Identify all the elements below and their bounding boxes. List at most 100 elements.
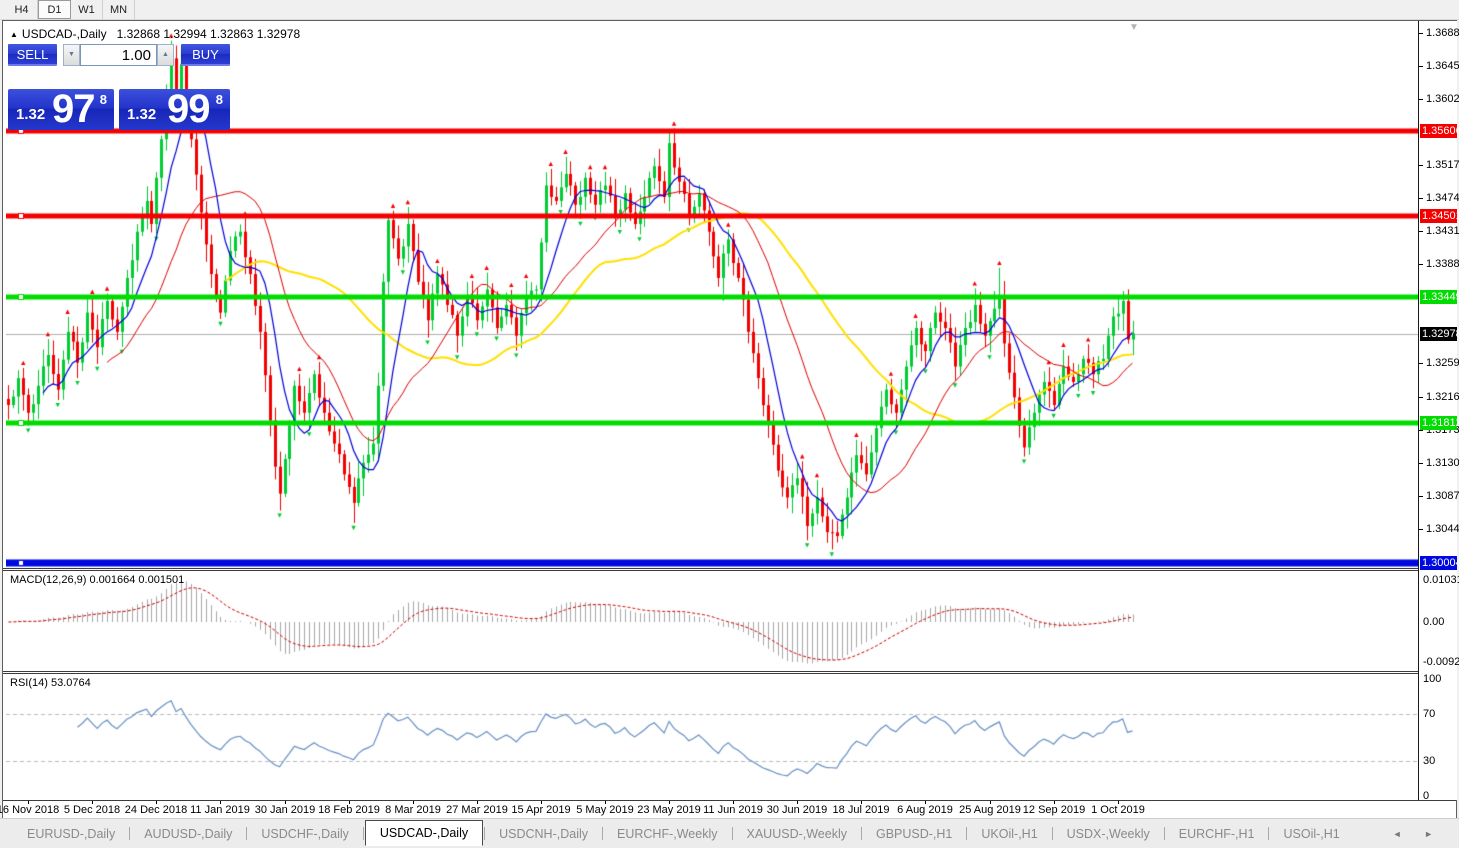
chart-tab-usdx-weekly[interactable]: USDX-,Weekly [1054,822,1163,846]
price-axis-tick: 1.36880 [1419,26,1459,40]
tab-separator [246,827,247,840]
price-axis-tick: 1.31300 [1419,456,1459,470]
buy-price-button[interactable]: 1.32 99 8 [119,89,230,130]
sell-price-main: 97 [52,87,95,132]
indicator-scale-label: -0.00920 [1423,655,1459,669]
indicator-scale-label: 100 [1423,672,1441,686]
chart-tab-audusd-daily[interactable]: AUDUSD-,Daily [131,822,245,846]
time-axis-label: 18 Jul 2019 [833,804,890,816]
chart-tab-usdcnh-daily[interactable]: USDCNH-,Daily [486,822,601,846]
collapse-icon[interactable]: ▲ [10,30,18,39]
sell-price-button[interactable]: 1.32 97 8 [8,89,114,130]
tab-separator [861,827,862,840]
sell-price-pip: 8 [100,92,107,107]
timeframe-button-h4[interactable]: H4 [6,0,38,19]
tab-separator [484,827,485,840]
time-axis-label: 18 Feb 2019 [318,804,380,816]
volume-input[interactable] [80,44,157,66]
tab-separator [1052,827,1053,840]
level-price-label: 1.30004 [1420,556,1457,570]
macd-chart-canvas[interactable] [6,571,1418,671]
time-axis-label: 24 Dec 2018 [125,804,187,816]
time-axis-label: 12 Sep 2019 [1023,804,1085,816]
rsi-indicator-label: RSI(14) 53.0764 [10,677,91,689]
indicator-scale-label: 0.00 [1423,615,1444,629]
time-axis-label: 27 Mar 2019 [446,804,508,816]
time-axis-label: 8 Mar 2019 [385,804,441,816]
price-axis-tick: 1.34740 [1419,191,1459,205]
level-price-label: 1.34501 [1420,209,1457,223]
chart-tab-eurchf-weekly[interactable]: EURCHF-,Weekly [604,822,730,846]
tab-separator [1268,827,1269,840]
volume-decrease-button[interactable]: ▼ [63,44,80,66]
tab-separator [732,827,733,840]
time-axis-label: 30 Jun 2019 [767,804,828,816]
rsi-chart-canvas[interactable] [6,674,1418,800]
tab-separator [1164,827,1165,840]
trading-platform: H4D1W1MN 1.368801.364501.360201.351701.3… [0,0,1459,848]
price-axis-tick: 1.33880 [1419,257,1459,271]
indicator-scale-label: 70 [1423,707,1435,721]
tab-separator [602,827,603,840]
time-axis-label: 11 Jun 2019 [703,804,763,816]
chart-shift-marker-icon[interactable]: ▼ [1129,22,1139,33]
time-axis-label: 11 Jan 2019 [190,804,250,816]
price-axis-tick: 1.32590 [1419,356,1459,370]
price-axis-tick: 1.34310 [1419,224,1459,238]
price-axis-tick: 1.30870 [1419,489,1459,503]
timeframe-toolbar: H4D1W1MN [0,0,1459,20]
chart-title: ▲ USDCAD-,Daily 1.32868 1.32994 1.32863 1.… [10,27,300,41]
chart-tab-bar: EURUSD-,DailyAUDUSD-,DailyUSDCHF-,DailyU… [0,818,1459,848]
macd-indicator-label: MACD(12,26,9) 0.001664 0.001501 [10,574,184,586]
timeframe-button-mn[interactable]: MN [103,0,135,19]
level-price-label: 1.35606 [1420,124,1457,138]
chart-tab-usdcad-daily[interactable]: USDCAD-,Daily [365,820,483,846]
pane-separator[interactable] [3,671,1456,674]
buy-price-main: 99 [167,87,210,132]
chart-tab-eurchf-h1[interactable]: EURCHF-,H1 [1166,822,1268,846]
price-axis-tick: 1.30440 [1419,522,1459,536]
chart-tab-gbpusd-h1[interactable]: GBPUSD-,H1 [863,822,965,846]
indicator-scale-label: 30 [1423,754,1435,768]
time-axis[interactable]: 16 Nov 2018 5 Dec 2018 24 Dec 201811 Jan 2… [3,802,1456,818]
timeframe-button-d1[interactable]: D1 [38,0,71,19]
sell-price-prefix: 1.32 [16,106,45,123]
price-axis-tick: 1.35170 [1419,158,1459,172]
chart-tab-ukoil-h1[interactable]: UKOil-,H1 [968,822,1050,846]
indicator-scale-label: 0.010311 [1423,573,1459,587]
buy-price-pip: 8 [216,92,223,107]
pane-separator[interactable] [3,568,1456,571]
chart-window: 1.36880 1.36450 1.36020 1.35170 1.34740 1.343… [2,20,1457,818]
time-axis-label: 5 May 2019 [576,804,633,816]
tab-separator [966,827,967,840]
time-axis-label: 30 Jan 2019 [255,804,316,816]
trade-panel-top-row: SELL ▼ ▲ BUY [8,44,230,66]
chart-symbol-label: USDCAD-,Daily [22,27,107,41]
chart-tab-xauusd-weekly[interactable]: XAUUSD-,Weekly [734,822,860,846]
price-axis-tick: 1.36450 [1419,59,1459,73]
time-axis-label: 6 Aug 2019 [897,804,953,816]
time-axis-label: 16 Nov 2018 [0,804,59,816]
price-axis-tick: 1.36020 [1419,92,1459,106]
indicator-scale-label: 0 [1423,789,1429,803]
volume-increase-button[interactable]: ▲ [157,44,174,66]
buy-button[interactable]: BUY [181,44,230,66]
timeframe-button-w1[interactable]: W1 [71,0,103,19]
buy-price-prefix: 1.32 [127,106,156,123]
chart-tab-eurusd-daily[interactable]: EURUSD-,Daily [14,822,128,846]
chart-tab-usoil-h1[interactable]: USOil-,H1 [1270,822,1352,846]
current-price-label: 1.32978 [1420,327,1457,341]
time-axis-label: 15 Apr 2019 [511,804,570,816]
sell-button[interactable]: SELL [8,44,57,66]
time-axis-label: 23 May 2019 [637,804,701,816]
price-axis-tick: 1.32160 [1419,390,1459,404]
time-axis-label: 25 Aug 2019 [959,804,1021,816]
tab-separator [129,827,130,840]
chart-tab-usdchf-daily[interactable]: USDCHF-,Daily [248,822,362,846]
tab-scroll-icons[interactable]: ◄ ► [1393,829,1443,839]
time-axis-label: 5 Dec 2018 [64,804,120,816]
tab-separator [363,827,364,840]
level-price-label: 1.31812 [1420,416,1457,430]
chart-ohlc-values: 1.32868 1.32994 1.32863 1.32978 [117,27,301,41]
level-price-label: 1.33449 [1420,290,1457,304]
